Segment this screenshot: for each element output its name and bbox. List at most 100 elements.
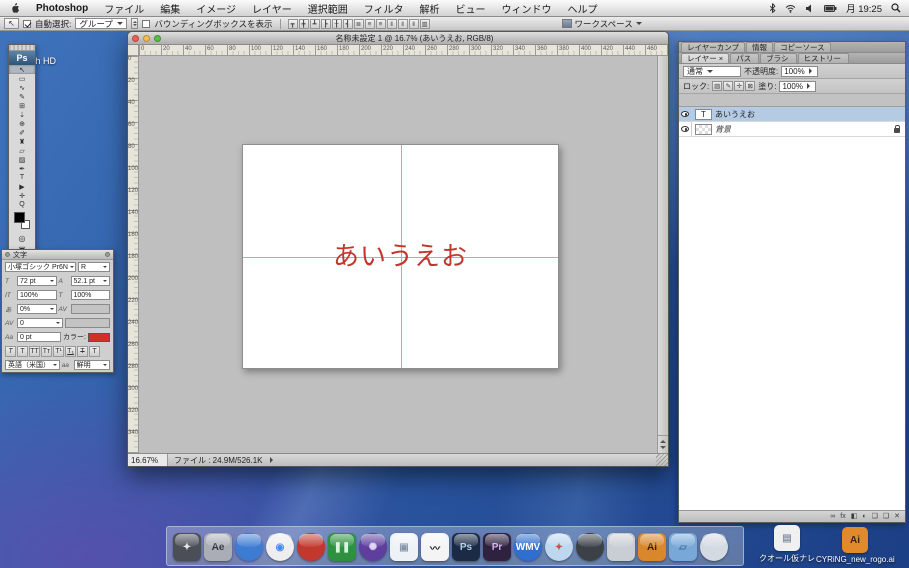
delete-layer-icon[interactable]: ✕ [894, 512, 900, 522]
layer-row[interactable]: T あいうえお [679, 107, 905, 122]
tracking-select[interactable]: 0 [17, 318, 63, 328]
clone-stamp-tool[interactable]: ♜ [9, 137, 35, 146]
underline-button[interactable]: T [77, 346, 88, 357]
dock-app-premiere[interactable]: Pr [483, 533, 511, 561]
distribute-bottom-edges-button[interactable]: ≡ [376, 19, 386, 29]
menu-item[interactable]: ヘルプ [560, 1, 606, 16]
tracking-secondary-field[interactable] [65, 318, 111, 328]
align-left-edges-button[interactable]: ┣ [321, 19, 331, 29]
auto-align-layers-button[interactable]: ▥ [420, 19, 430, 29]
anti-alias-select[interactable]: 鮮明 [74, 360, 110, 370]
dock-app-photoshop[interactable]: Ps [452, 533, 480, 561]
scroll-up-icon[interactable] [660, 437, 666, 443]
dock-file-cyring[interactable]: Ai CYRiNG_new_rogo.ai [816, 527, 894, 564]
horizontal-scale-field[interactable]: 100% [71, 290, 111, 300]
layer-thumbnail[interactable]: T [695, 109, 712, 120]
add-layer-mask-icon[interactable]: ◧ [851, 512, 858, 522]
lock-transparent-pixels-button[interactable]: ▨ [712, 81, 722, 91]
eyedropper-tool[interactable]: ⇣ [9, 110, 35, 119]
baseline-shift-field[interactable]: 0 pt [17, 332, 61, 342]
close-window-button[interactable] [132, 35, 139, 42]
panel-tab[interactable]: レイヤー× [681, 53, 729, 63]
strikethrough-button[interactable]: T [89, 346, 100, 357]
distribute-vertical-centers-button[interactable]: ≡ [365, 19, 375, 29]
panel-tab[interactable]: 情報 [746, 42, 773, 52]
crop-tool[interactable]: ⊞ [9, 101, 35, 110]
link-layers-icon[interactable]: ∞ [830, 512, 835, 522]
dock-app-dark-sphere[interactable] [576, 533, 604, 561]
dock-app-wmv[interactable]: WMV [514, 533, 542, 561]
fill-field[interactable]: 100% [779, 81, 815, 92]
panel-tab[interactable]: コピーソース [774, 42, 831, 52]
leading-select[interactable]: 52.1 pt [71, 276, 111, 286]
dock-app-blue-orb[interactable] [235, 533, 263, 561]
group-stepper[interactable] [131, 18, 138, 29]
apple-menu[interactable] [0, 3, 28, 14]
status-menu-icon[interactable] [270, 457, 276, 463]
bluetooth-icon[interactable] [769, 3, 776, 13]
panel-tab[interactable]: パス [730, 53, 759, 63]
zoom-tool[interactable]: Q [9, 200, 35, 209]
canvas-text-layer[interactable]: あいうえお [243, 242, 558, 271]
faux-italic-button[interactable]: T [17, 346, 28, 357]
dock-app-compass[interactable]: ✦ [545, 533, 573, 561]
dock-app-after-effects[interactable]: Ae [204, 533, 232, 561]
layer-style-icon[interactable]: fx [840, 512, 845, 522]
vertical-scale-field[interactable]: 100% [17, 290, 57, 300]
zoom-level-field[interactable]: 16.67% [128, 454, 168, 466]
dock-folder[interactable]: ▱ [669, 533, 697, 561]
align-horizontal-centers-button[interactable]: ╂ [332, 19, 342, 29]
dock-app-dark[interactable]: ✦ [173, 533, 201, 561]
lock-all-button[interactable]: ⊠ [745, 81, 755, 91]
menu-item[interactable]: ファイル [96, 1, 152, 16]
dock-app-illustrator[interactable]: Ai [638, 533, 666, 561]
align-bottom-edges-button[interactable]: ┻ [310, 19, 320, 29]
menu-item[interactable]: 編集 [152, 1, 188, 16]
dock-app-silver[interactable] [607, 533, 635, 561]
tsume-select[interactable]: 0% [17, 304, 57, 314]
distribute-horizontal-centers-button[interactable]: ‖ [398, 19, 408, 29]
distribute-left-edges-button[interactable]: ‖ [387, 19, 397, 29]
collapse-icon[interactable] [105, 252, 110, 257]
align-right-edges-button[interactable]: ┫ [343, 19, 353, 29]
brush-tool[interactable]: ✐ [9, 128, 35, 137]
lock-image-pixels-button[interactable]: ✎ [723, 81, 733, 91]
menu-item[interactable]: 解析 [412, 1, 448, 16]
layer-thumbnail[interactable] [695, 124, 712, 135]
lasso-tool[interactable]: ∿ [9, 83, 35, 92]
distribute-top-edges-button[interactable]: ≣ [354, 19, 364, 29]
layer-visibility-toggle[interactable] [679, 122, 692, 136]
font-size-select[interactable]: 72 pt [17, 276, 57, 286]
move-tool[interactable]: ↖ [9, 65, 35, 74]
eraser-tool[interactable]: ▱ [9, 146, 35, 155]
menu-item[interactable]: 選択範囲 [300, 1, 356, 16]
vertical-scrollbar[interactable] [657, 56, 668, 453]
workspace-select[interactable]: ワークスペース [562, 18, 642, 30]
menu-item[interactable]: レイヤー [244, 1, 300, 16]
font-style-select[interactable]: R [78, 262, 110, 272]
align-top-edges-button[interactable]: ┳ [288, 19, 298, 29]
healing-brush-tool[interactable]: ⊕ [9, 119, 35, 128]
font-family-select[interactable]: 小塚ゴシック Pr6N [5, 262, 76, 272]
type-tool[interactable]: T [9, 173, 35, 182]
minimize-window-button[interactable] [143, 35, 150, 42]
superscript-button[interactable]: T¹ [53, 346, 64, 357]
lock-position-button[interactable]: ✛ [734, 81, 744, 91]
menu-item-photoshop[interactable]: Photoshop [28, 3, 96, 14]
menu-bar-clock[interactable]: 月 19:25 [846, 1, 882, 15]
adjustment-layer-icon[interactable]: ◐ [862, 512, 866, 522]
dock-app-zigzag[interactable]: 〰 [421, 533, 449, 561]
dock-trash[interactable] [700, 533, 728, 561]
panel-tab[interactable]: レイヤーカンプ [681, 42, 745, 52]
new-group-icon[interactable]: ❏ [872, 512, 878, 522]
quick-selection-tool[interactable]: ✎ [9, 92, 35, 101]
layer-visibility-toggle[interactable] [679, 107, 692, 121]
dock-file-kuoru[interactable]: ▤ クオール仮ナレ [748, 525, 826, 564]
menu-item[interactable]: ウィンドウ [494, 1, 560, 16]
quick-mask-button[interactable]: ◎ [9, 233, 35, 244]
distribute-right-edges-button[interactable]: ‖ [409, 19, 419, 29]
layer-row[interactable]: 背景 [679, 122, 905, 137]
document-work-area[interactable]: あいうえお [139, 56, 657, 453]
scroll-down-icon[interactable] [660, 446, 666, 452]
auto-select-group-select[interactable]: グループ [75, 18, 127, 29]
